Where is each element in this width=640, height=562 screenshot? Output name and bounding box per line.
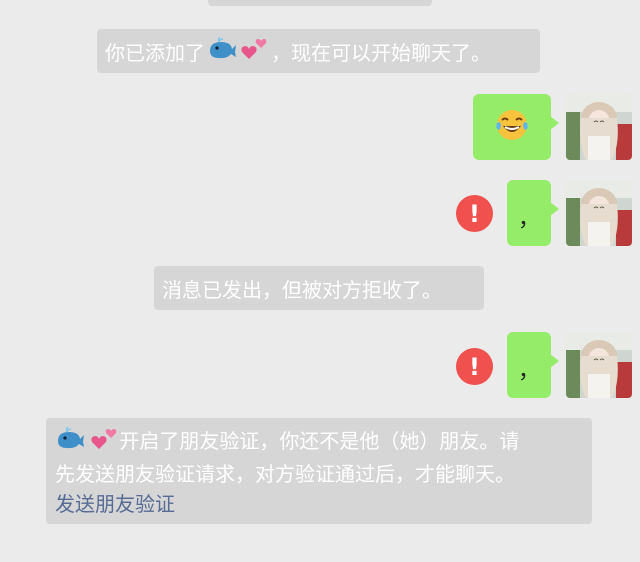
tears-of-joy-icon bbox=[495, 108, 529, 146]
verification-line-1: 开启了朋友验证，你还不是他（她）朋友。请 bbox=[119, 429, 520, 453]
avatar[interactable] bbox=[566, 180, 632, 246]
send-verification-link[interactable]: 发送朋友验证 bbox=[55, 489, 584, 519]
system-text-prefix: 你已添加了 bbox=[105, 40, 205, 65]
system-message-cutoff bbox=[208, 0, 432, 6]
send-failed-icon[interactable]: ! bbox=[456, 195, 493, 232]
verification-line-2: 先发送朋友验证请求，对方验证通过后，才能聊天。 bbox=[55, 461, 515, 486]
system-text-suffix: ，现在可以开始聊天了。 bbox=[271, 40, 491, 65]
message-text: ， bbox=[517, 207, 540, 232]
send-failed-icon[interactable]: ! bbox=[456, 348, 493, 385]
avatar[interactable] bbox=[566, 94, 632, 160]
two-hearts-icon bbox=[91, 427, 119, 459]
system-rejected-text: 消息已发出，但被对方拒收了。 bbox=[162, 277, 442, 302]
message-bubble-text[interactable]: ， bbox=[507, 180, 559, 246]
message-text: ， bbox=[517, 359, 540, 384]
whale-icon bbox=[55, 425, 85, 459]
verification-notice: 开启了朋友验证，你还不是他（她）朋友。请 先发送朋友验证请求，对方验证通过后，才… bbox=[46, 418, 592, 524]
system-message-friend-added: 你已添加了 ，现在可以开始聊天了。 bbox=[97, 29, 540, 73]
two-hearts-icon bbox=[241, 37, 269, 66]
system-message-rejected: 消息已发出，但被对方拒收了。 bbox=[154, 266, 484, 310]
whale-icon bbox=[207, 35, 237, 66]
message-bubble-emoji[interactable] bbox=[473, 94, 559, 160]
avatar[interactable] bbox=[566, 332, 632, 398]
message-bubble-text[interactable]: ， bbox=[507, 332, 559, 398]
